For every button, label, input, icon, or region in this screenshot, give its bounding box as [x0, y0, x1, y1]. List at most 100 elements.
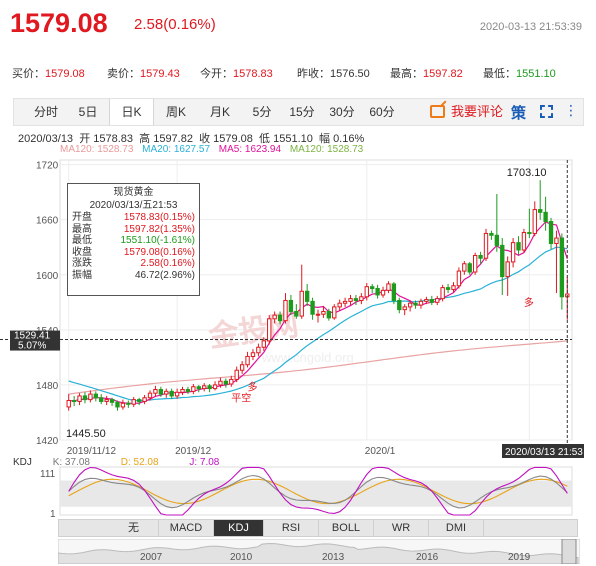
candle: [131, 399, 136, 405]
candle: [77, 395, 82, 402]
quote-prev-close: 昨收：1576.50: [297, 68, 370, 80]
indicator-dmi[interactable]: DMI: [429, 520, 484, 536]
tab-5day[interactable]: 5日: [68, 99, 108, 125]
candle: [191, 386, 196, 392]
tab-15min[interactable]: 15分: [282, 99, 322, 125]
candle: [229, 378, 234, 385]
tooltip-title: 现货黄金: [113, 187, 154, 198]
candle: [267, 318, 272, 342]
overview-year: 2010: [230, 552, 253, 563]
tooltip-row: 收盘 1579.08(0.16%): [72, 246, 195, 258]
y-tick-label: 1480: [36, 381, 59, 392]
y-tick-label: 1720: [36, 161, 59, 172]
candle: [402, 306, 407, 311]
legend-ma120-b: MA120: 1528.73: [289, 144, 364, 155]
candle: [104, 399, 109, 402]
candle: [250, 352, 256, 357]
min-label: 1445.50: [66, 428, 106, 440]
legend-ma120: MA120: 1528.73: [60, 144, 134, 155]
quote-open: 今开：1578.83: [200, 68, 273, 80]
candle: [234, 369, 239, 380]
candle: [174, 391, 180, 397]
indicator-kdj[interactable]: KDJ: [214, 520, 264, 536]
candle: [136, 399, 142, 402]
kdj-chart[interactable]: 1111: [0, 465, 596, 517]
candle: [196, 386, 201, 390]
candle: [527, 232, 532, 235]
strategy-button[interactable]: 策: [511, 102, 526, 123]
candle: [538, 209, 543, 213]
quote-high: 最高：1597.82: [390, 68, 463, 80]
tooltip-date: 2020/03/13/五21:53: [89, 200, 178, 211]
candle: [158, 389, 164, 395]
timestamp: 2020-03-13 21:53:39: [479, 21, 582, 33]
indicator-macd[interactable]: MACD: [159, 520, 214, 536]
price-tooltip: 现货黄金 2020/03/13/五21:53 开盘 1578.83(0.15%) …: [67, 183, 200, 296]
tab-60min[interactable]: 60分: [362, 99, 402, 125]
candle: [288, 299, 294, 312]
candle: [397, 299, 402, 311]
candle: [418, 300, 424, 306]
fullscreen-icon[interactable]: [540, 105, 553, 118]
indicator-tabs: 无 MACD KDJ RSI BOLL WR DMI: [58, 519, 578, 537]
tab-weekly-k[interactable]: 周K: [154, 99, 198, 125]
candle: [375, 288, 380, 296]
indicator-wr[interactable]: WR: [374, 520, 429, 536]
candle: [337, 302, 342, 308]
tooltip-row: 最高 1597.82(1.35%): [72, 223, 195, 235]
candle: [261, 340, 266, 348]
candle: [445, 287, 451, 290]
ma-legend: MA120: 1528.73 MA20: 1627.57 MA5: 1623.9…: [60, 144, 369, 155]
cursor-date: 2020/03/13 21:53: [505, 447, 583, 458]
candle: [478, 254, 483, 259]
tab-30min[interactable]: 30分: [322, 99, 362, 125]
candle: [386, 283, 391, 291]
candle: [391, 283, 397, 301]
candle: [440, 287, 445, 300]
candle: [456, 270, 462, 287]
max-label: 1703.10: [507, 167, 547, 179]
signal-duo: 多: [524, 296, 534, 309]
candle: [521, 232, 527, 251]
legend-ma5: MA5: 1623.94: [218, 144, 282, 155]
overview-window: [561, 539, 577, 564]
quote-low: 最低：1551.10: [483, 68, 556, 80]
tab-monthly-k[interactable]: 月K: [198, 99, 242, 125]
tab-daily-k[interactable]: 日K: [109, 99, 154, 125]
comment-button[interactable]: 我要评论: [430, 102, 503, 122]
y-tick-label: 1660: [36, 216, 59, 227]
indicator-rsi[interactable]: RSI: [264, 520, 319, 536]
tab-timeshare[interactable]: 分时: [24, 99, 68, 125]
tab-5min[interactable]: 5分: [242, 99, 282, 125]
current-price: 1579.08: [10, 8, 108, 38]
overview-year: 2019: [508, 552, 531, 563]
period-tabs: 分时 5日 日K 周K 月K 5分 15分 30分 60分 我要评论 策 ⋮: [13, 98, 584, 126]
x-tick-label: 2019/11/12: [67, 446, 117, 457]
tooltip-row: 最低 1551.10(-1.61%): [72, 235, 195, 246]
edit-icon: [430, 105, 445, 118]
ma120-line: [68, 340, 568, 395]
tooltip-row: 涨跌 2.58(0.16%): [72, 258, 195, 269]
candle: [212, 384, 218, 390]
candle: [429, 299, 434, 303]
candle: [516, 242, 521, 251]
candle: [380, 289, 386, 296]
more-icon[interactable]: ⋮: [564, 102, 578, 119]
candle: [115, 401, 120, 408]
candle: [364, 286, 369, 298]
indicator-boll[interactable]: BOLL: [319, 520, 374, 536]
candle: [169, 390, 174, 397]
candle: [310, 300, 315, 315]
overview-navigator[interactable]: 2007 2010 2013 2016 2019: [58, 539, 580, 564]
indicator-none[interactable]: 无: [109, 520, 159, 536]
candle: [407, 302, 413, 308]
watermark-url: www.cngold.org: [261, 350, 354, 365]
candle: [142, 397, 147, 402]
candle: [483, 232, 489, 259]
candle: [554, 237, 559, 245]
candle: [321, 310, 326, 315]
y-tick-label: 1420: [36, 436, 59, 447]
candle: [245, 355, 250, 366]
candle: [256, 346, 261, 354]
kdj-tick: 111: [40, 469, 56, 480]
